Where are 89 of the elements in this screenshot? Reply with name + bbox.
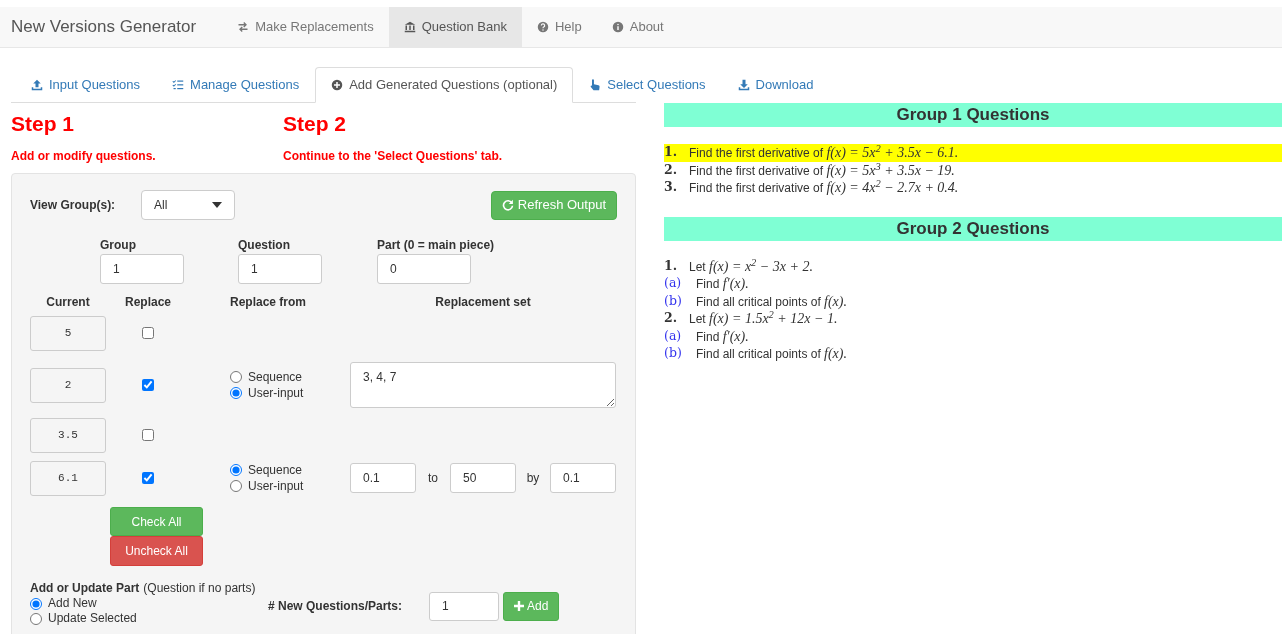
- number-field[interactable]: 0: [377, 254, 471, 284]
- question-number: 3.: [664, 178, 679, 197]
- replace-checkbox[interactable]: [142, 327, 154, 339]
- step-note: Continue to the 'Select Questions' tab.: [283, 148, 503, 165]
- step-heading: Step 2: [283, 111, 348, 137]
- question-number: 2.: [664, 309, 679, 328]
- current-value: 6.1: [30, 460, 106, 496]
- step-note: Add or modify questions.: [11, 148, 157, 165]
- number-field[interactable]: 0.1: [550, 463, 616, 493]
- plus-icon: [514, 601, 524, 611]
- current-value: 2: [30, 367, 106, 403]
- bank-icon: [403, 21, 416, 33]
- question-number: 1.: [664, 143, 679, 162]
- field-label: View Group(s):: [30, 197, 117, 214]
- nav-link[interactable]: Question Bank: [388, 7, 522, 47]
- radio-button[interactable]: [30, 612, 42, 625]
- field-label: Group: [100, 238, 137, 252]
- section-label: Add or Update Part: [30, 581, 140, 596]
- column-header: Replace: [125, 294, 171, 309]
- replace-checkbox[interactable]: [142, 379, 154, 391]
- radio-label: Add New: [48, 596, 97, 611]
- tab[interactable]: Manage Questions: [156, 67, 316, 103]
- info-icon: [611, 21, 624, 33]
- field-label: # New Questions/Parts:: [268, 598, 404, 615]
- range-label: by: [525, 470, 541, 487]
- download-icon: [737, 79, 750, 91]
- range-label: to: [427, 470, 439, 487]
- question-text: Find all critical points of f(x).: [696, 292, 847, 311]
- question-text: Let f(x) = 1.5x$^{2}$ + 12x − 1.: [689, 309, 838, 329]
- number-field[interactable]: 50: [450, 463, 516, 493]
- number-field[interactable]: 1: [100, 254, 184, 284]
- radio-button[interactable]: [230, 480, 242, 492]
- part-label: (b): [664, 291, 683, 310]
- current-value: 3.5: [30, 417, 106, 453]
- refresh-icon: [501, 199, 514, 211]
- replace-checkbox[interactable]: [142, 472, 154, 484]
- help-icon: [537, 21, 549, 33]
- question-text: Let f(x) = x$^{2}$ − 3x + 2.: [689, 255, 813, 276]
- column-header: Replace from: [230, 294, 307, 309]
- number-field[interactable]: 1: [429, 591, 499, 621]
- column-header: Current: [46, 294, 90, 309]
- radio-label: User-input: [248, 385, 304, 401]
- uncheck-all-button[interactable]: Uncheck All: [110, 536, 203, 566]
- field-label: Part (0 = main piece): [377, 238, 496, 252]
- radio-button[interactable]: [230, 464, 242, 476]
- question-text: Find the first derivative of f(x) = 5x$^{2}$ + 3.5x − 6.1.: [689, 142, 959, 163]
- radio-label: Update Selected: [48, 611, 137, 626]
- app-title: New Versions Generator: [10, 16, 198, 39]
- checklist-icon: [172, 79, 185, 91]
- nav-link[interactable]: Make Replacements: [222, 7, 389, 47]
- number-field[interactable]: 0.1: [350, 463, 416, 493]
- radio-label: Sequence: [248, 462, 303, 478]
- question-text: Find f′(x).: [696, 275, 749, 294]
- section-note: (Question if no parts): [143, 581, 256, 596]
- plus-circle-icon: [331, 79, 344, 91]
- column-header: Replacement set: [435, 294, 531, 309]
- radio-label: User-input: [248, 478, 304, 494]
- current-value: 5: [30, 315, 106, 351]
- part-label: (b): [664, 344, 683, 363]
- upload-icon: [31, 79, 43, 91]
- nav-link[interactable]: Help: [522, 7, 597, 47]
- tab[interactable]: Download: [721, 67, 830, 103]
- step-heading: Step 1: [11, 111, 76, 137]
- replace-checkbox[interactable]: [142, 429, 154, 441]
- question-number: 1.: [664, 256, 679, 275]
- number-field[interactable]: 1: [238, 254, 322, 284]
- part-label: (a): [664, 326, 683, 345]
- question-text: Find the first derivative of f(x) = 4x$^{2}$ − 2.7x + 0.4.: [689, 178, 959, 198]
- tab[interactable]: Select Questions: [573, 67, 722, 103]
- exchange-icon: [237, 21, 250, 33]
- question-text: Find f′(x).: [696, 327, 749, 346]
- group-dropdown[interactable]: All: [141, 190, 235, 220]
- tab[interactable]: Input Questions: [15, 67, 157, 103]
- question-text: Find the first derivative of f(x) = 5x$^{3}$ + 3.5x − 19.: [689, 160, 955, 180]
- radio-button[interactable]: [230, 371, 242, 383]
- replacement-textarea[interactable]: 3, 4, 7: [350, 362, 616, 408]
- group-header: Group 1 Questions: [664, 103, 1282, 127]
- caret-icon: [212, 202, 222, 208]
- pointing-hand-icon: [589, 79, 602, 91]
- part-label: (a): [664, 274, 683, 293]
- question-text: Find all critical points of f(x).: [696, 345, 847, 364]
- field-label: Question: [238, 238, 291, 252]
- radio-button[interactable]: [30, 597, 42, 610]
- group-header: Group 2 Questions: [664, 216, 1282, 241]
- question-number: 2.: [664, 160, 679, 179]
- tab[interactable]: Add Generated Questions (optional): [315, 67, 574, 103]
- radio-label: Sequence: [248, 369, 303, 385]
- radio-button[interactable]: [230, 387, 242, 399]
- nav-link[interactable]: About: [596, 7, 679, 47]
